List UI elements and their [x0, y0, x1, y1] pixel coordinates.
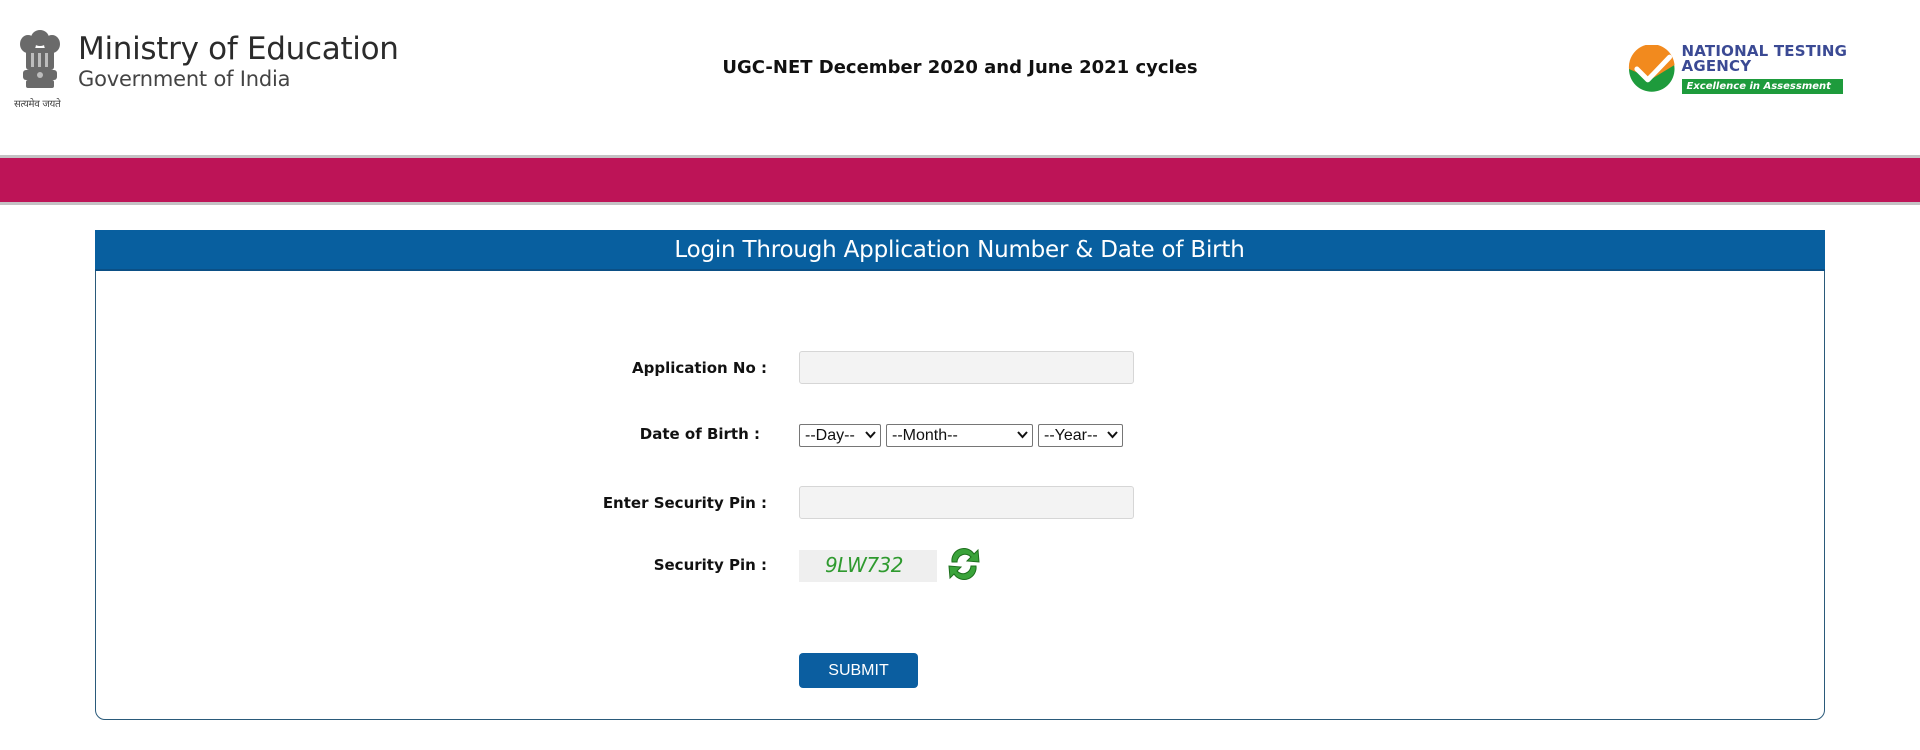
dob-year-value: --Year--: [1044, 427, 1098, 444]
application-no-label: Application No :: [632, 359, 767, 377]
security-pin-label: Security Pin :: [653, 556, 767, 574]
dob-month-select[interactable]: --Month--: [886, 424, 1033, 447]
dob-day-value: --Day--: [805, 427, 855, 444]
site-header: सत्यमेव जयते Ministry of Education Gover…: [0, 0, 1920, 155]
security-pin-input[interactable]: [799, 486, 1134, 519]
captcha-image: 9LW732: [799, 550, 937, 582]
chevron-down-icon: [1107, 425, 1118, 439]
chevron-down-icon: [1017, 425, 1028, 439]
dob-day-select[interactable]: --Day--: [799, 424, 881, 447]
security-pin-input-label: Enter Security Pin :: [602, 494, 767, 512]
nav-band: [0, 158, 1920, 202]
band-border-bottom: [0, 202, 1920, 205]
agency-tagline: Excellence in Assessment: [1681, 79, 1843, 94]
emblem-caption: सत्यमेव जयते: [14, 99, 61, 110]
dob-year-select[interactable]: --Year--: [1038, 424, 1123, 447]
submit-button[interactable]: SUBMIT: [799, 653, 918, 688]
application-no-input[interactable]: [799, 351, 1134, 384]
login-panel: Login Through Application Number & Date …: [94, 229, 1825, 720]
login-heading: Login Through Application Number & Date …: [94, 229, 1825, 271]
nta-checkmark-icon: [1628, 45, 1675, 92]
dob-label: Date of Birth :: [639, 425, 760, 443]
refresh-captcha-button[interactable]: [944, 544, 984, 584]
captcha-text: 9LW732: [825, 553, 904, 577]
refresh-icon: [948, 548, 980, 580]
agency-title: NATIONAL TESTING AGENCY: [1681, 42, 1848, 75]
chevron-down-icon: [865, 425, 876, 439]
dob-month-value: --Month--: [892, 427, 958, 444]
nta-logo: NATIONAL TESTING AGENCY Excellence in As…: [1628, 44, 1920, 94]
